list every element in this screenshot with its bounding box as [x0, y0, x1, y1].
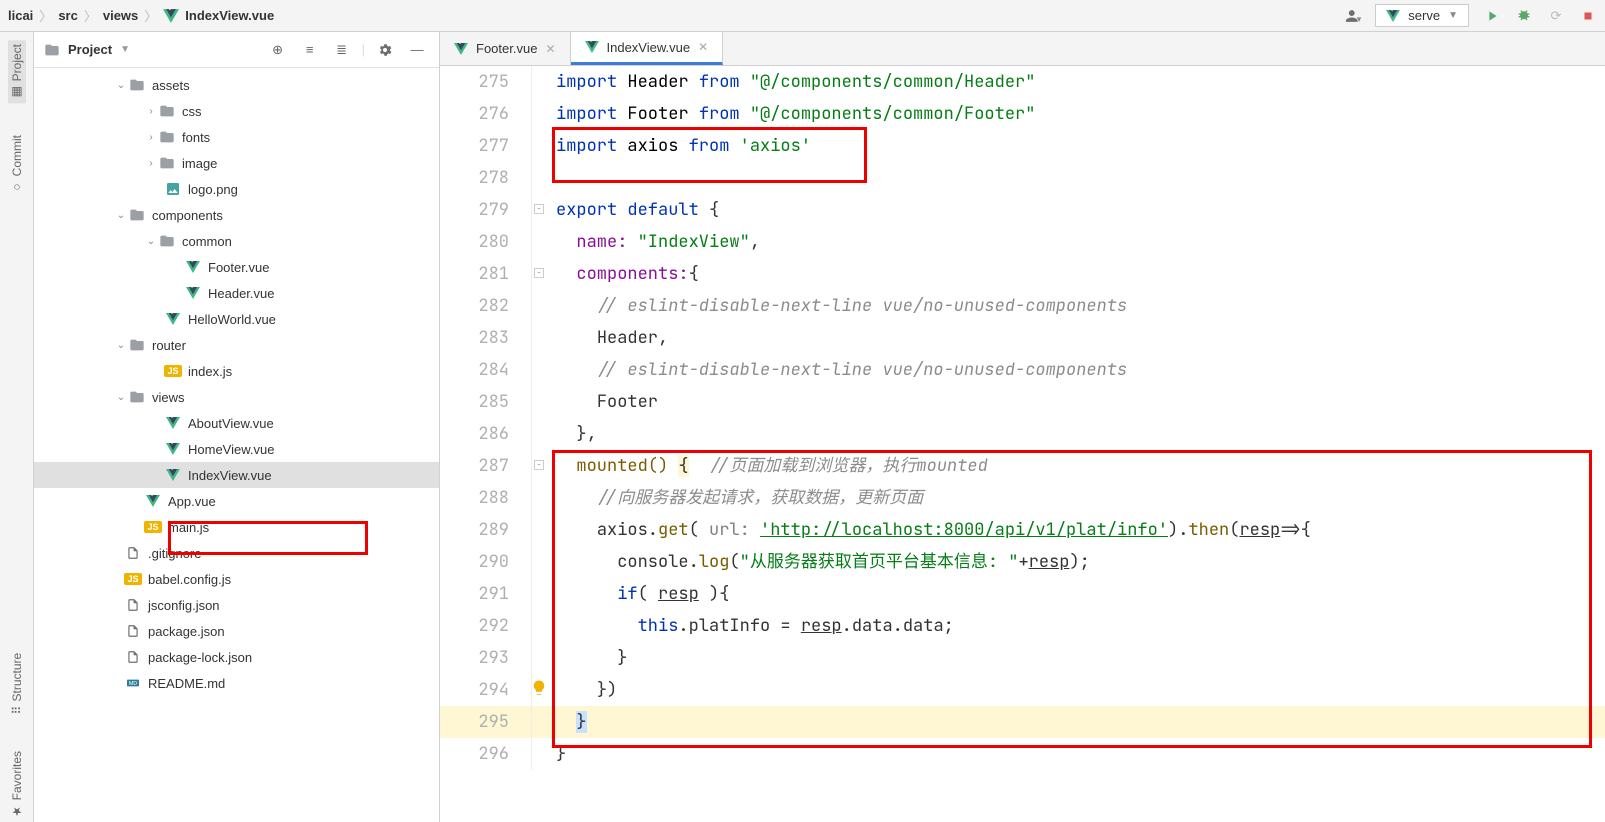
editor-tab-indexview[interactable]: IndexView.vue ✕	[571, 32, 724, 65]
tree-item-label: router	[152, 338, 186, 353]
close-icon[interactable]: ✕	[545, 42, 555, 56]
tree-item-label: AboutView.vue	[188, 416, 274, 431]
tree-item-label: Footer.vue	[208, 260, 269, 275]
tree-item-label: babel.config.js	[148, 572, 231, 587]
locate-button[interactable]: ⊕	[266, 38, 290, 62]
project-panel: Project ▼ ⊕ ≡ ≣ | — ⌄assets ›css ›fonts …	[34, 32, 440, 822]
tree-item-label: image	[182, 156, 217, 171]
tree-item-label: index.js	[188, 364, 232, 379]
tree-item-label: Header.vue	[208, 286, 275, 301]
run-button[interactable]	[1483, 7, 1501, 25]
tree-item-label: assets	[152, 78, 190, 93]
tree-item-label: HelloWorld.vue	[188, 312, 276, 327]
stop-button[interactable]	[1579, 7, 1597, 25]
tree-item-label: logo.png	[188, 182, 238, 197]
intention-bulb-icon[interactable]	[530, 679, 548, 697]
top-nav-bar: licai〉 src〉 views〉 IndexView.vue ▾ serve…	[0, 0, 1605, 32]
breadcrumb[interactable]: licai〉 src〉 views〉 IndexView.vue	[8, 6, 274, 25]
tree-item-label: README.md	[148, 676, 225, 691]
editor-tab-footer[interactable]: Footer.vue ✕	[440, 32, 571, 65]
close-icon[interactable]: ✕	[698, 40, 708, 54]
tree-item-label: views	[152, 390, 185, 405]
tree-item-label: common	[182, 234, 232, 249]
hide-panel-button[interactable]: —	[405, 38, 429, 62]
tree-item-label: fonts	[182, 130, 210, 145]
settings-button[interactable]	[373, 38, 397, 62]
project-panel-title: Project	[68, 42, 112, 57]
collapse-all-button[interactable]: ≣	[330, 38, 354, 62]
favorites-tool-tab[interactable]: ★ Favorites	[8, 747, 26, 822]
left-tool-window-tabs: ▦ Project ○ Commit ⠿ Structure ★ Favorit…	[0, 32, 34, 822]
expand-all-button[interactable]: ≡	[298, 38, 322, 62]
tree-item-label: App.vue	[168, 494, 216, 509]
editor-tabs: Footer.vue ✕ IndexView.vue ✕	[440, 32, 1605, 66]
run-with-coverage-button[interactable]: ⟳	[1547, 7, 1565, 25]
project-tree[interactable]: ⌄assets ›css ›fonts ›image logo.png ⌄com…	[34, 68, 439, 822]
tree-item-label: css	[182, 104, 202, 119]
tree-item-label: main.js	[168, 520, 209, 535]
tree-item-label: package.json	[148, 624, 225, 639]
tree-item-label: .gitignore	[148, 546, 201, 561]
tree-item-label: HomeView.vue	[188, 442, 274, 457]
user-icon[interactable]: ▾	[1343, 7, 1361, 25]
tree-item-label: components	[152, 208, 223, 223]
tree-item-label: package-lock.json	[148, 650, 252, 665]
structure-tool-tab[interactable]: ⠿ Structure	[8, 649, 26, 718]
commit-tool-tab[interactable]: ○ Commit	[8, 131, 26, 198]
run-configuration-selector[interactable]: serve ▼	[1375, 4, 1469, 27]
tree-item-indexview: IndexView.vue	[34, 462, 439, 488]
tree-item-label: IndexView.vue	[188, 468, 272, 483]
project-tool-tab[interactable]: ▦ Project	[8, 40, 26, 103]
code-editor[interactable]: 275import Header from "@/components/comm…	[440, 66, 1605, 822]
debug-button[interactable]	[1515, 7, 1533, 25]
tree-item-label: jsconfig.json	[148, 598, 220, 613]
